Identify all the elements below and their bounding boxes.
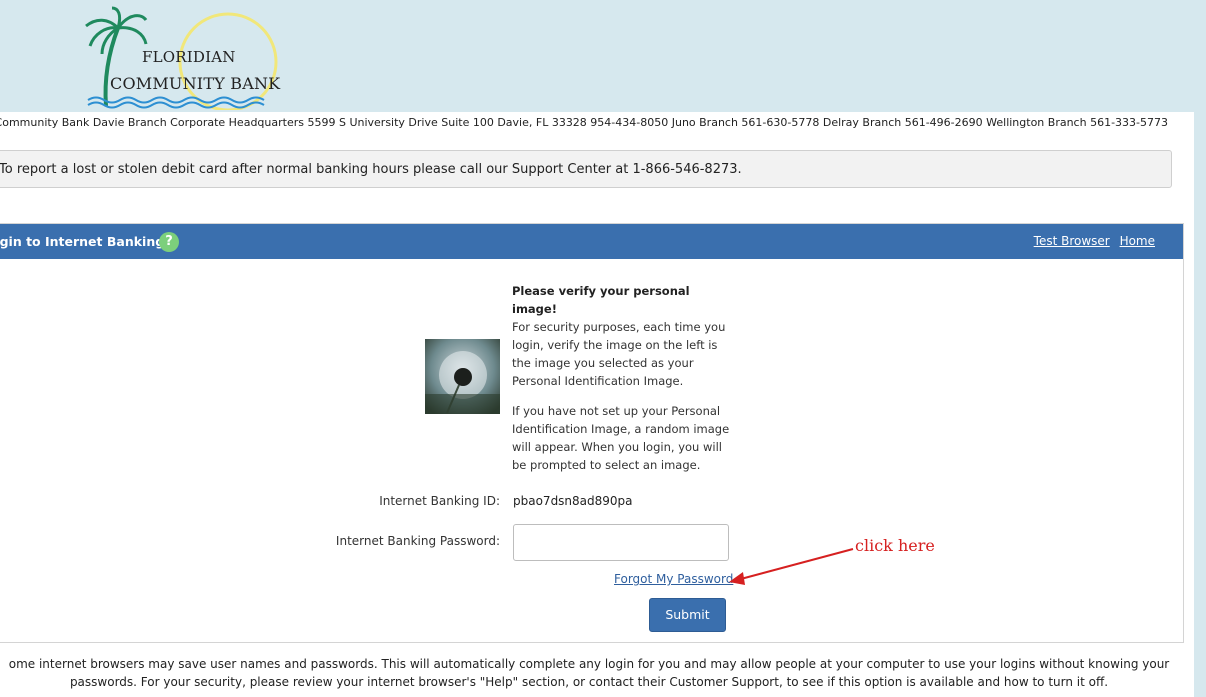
branch-address: Floridian Community Bank Davie Branch Co… <box>0 116 1168 129</box>
verify-paragraph-2: If you have not set up your Personal Ide… <box>512 404 730 472</box>
password-label: Internet Banking Password: <box>335 534 500 548</box>
right-edge-strip <box>1194 112 1206 697</box>
help-icon[interactable]: ? <box>159 232 179 252</box>
personal-identification-image <box>425 339 500 414</box>
logo-line1: Floridian <box>142 48 236 66</box>
panel-header: ogin to Internet Banking ? Test Browser … <box>0 224 1183 259</box>
verify-image-text: Please verify your personal image! For s… <box>512 282 737 486</box>
verify-heading: Please verify your personal image! <box>512 284 690 316</box>
password-field[interactable] <box>513 524 729 561</box>
submit-button[interactable]: Submit <box>649 598 726 632</box>
page-content: Floridian Community Bank Davie Branch Co… <box>0 112 1194 697</box>
login-panel: ogin to Internet Banking ? Test Browser … <box>0 223 1184 643</box>
test-browser-link[interactable]: Test Browser <box>1034 234 1110 248</box>
verify-paragraph-1: For security purposes, each time you log… <box>512 320 726 388</box>
bank-logo[interactable]: Floridian Community Bank <box>78 4 284 112</box>
dandelion-image-icon <box>425 339 500 414</box>
panel-title: ogin to Internet Banking <box>0 234 165 249</box>
browser-security-note: ome internet browsers may save user name… <box>8 657 1170 689</box>
forgot-password-link[interactable]: Forgot My Password <box>614 572 733 586</box>
annotation-arrow-icon <box>729 548 854 585</box>
banking-id-label: Internet Banking ID: <box>379 494 500 508</box>
lost-card-notice: To report a lost or stolen debit card af… <box>0 150 1172 188</box>
header-links: Test Browser Home <box>1028 224 1155 259</box>
home-link[interactable]: Home <box>1120 234 1155 248</box>
header-band: Floridian Community Bank <box>0 0 1206 112</box>
logo-line2: Community Bank <box>110 74 281 93</box>
click-here-annotation: click here <box>855 536 935 555</box>
banking-id-value: pbao7dsn8ad890pa <box>513 494 633 508</box>
